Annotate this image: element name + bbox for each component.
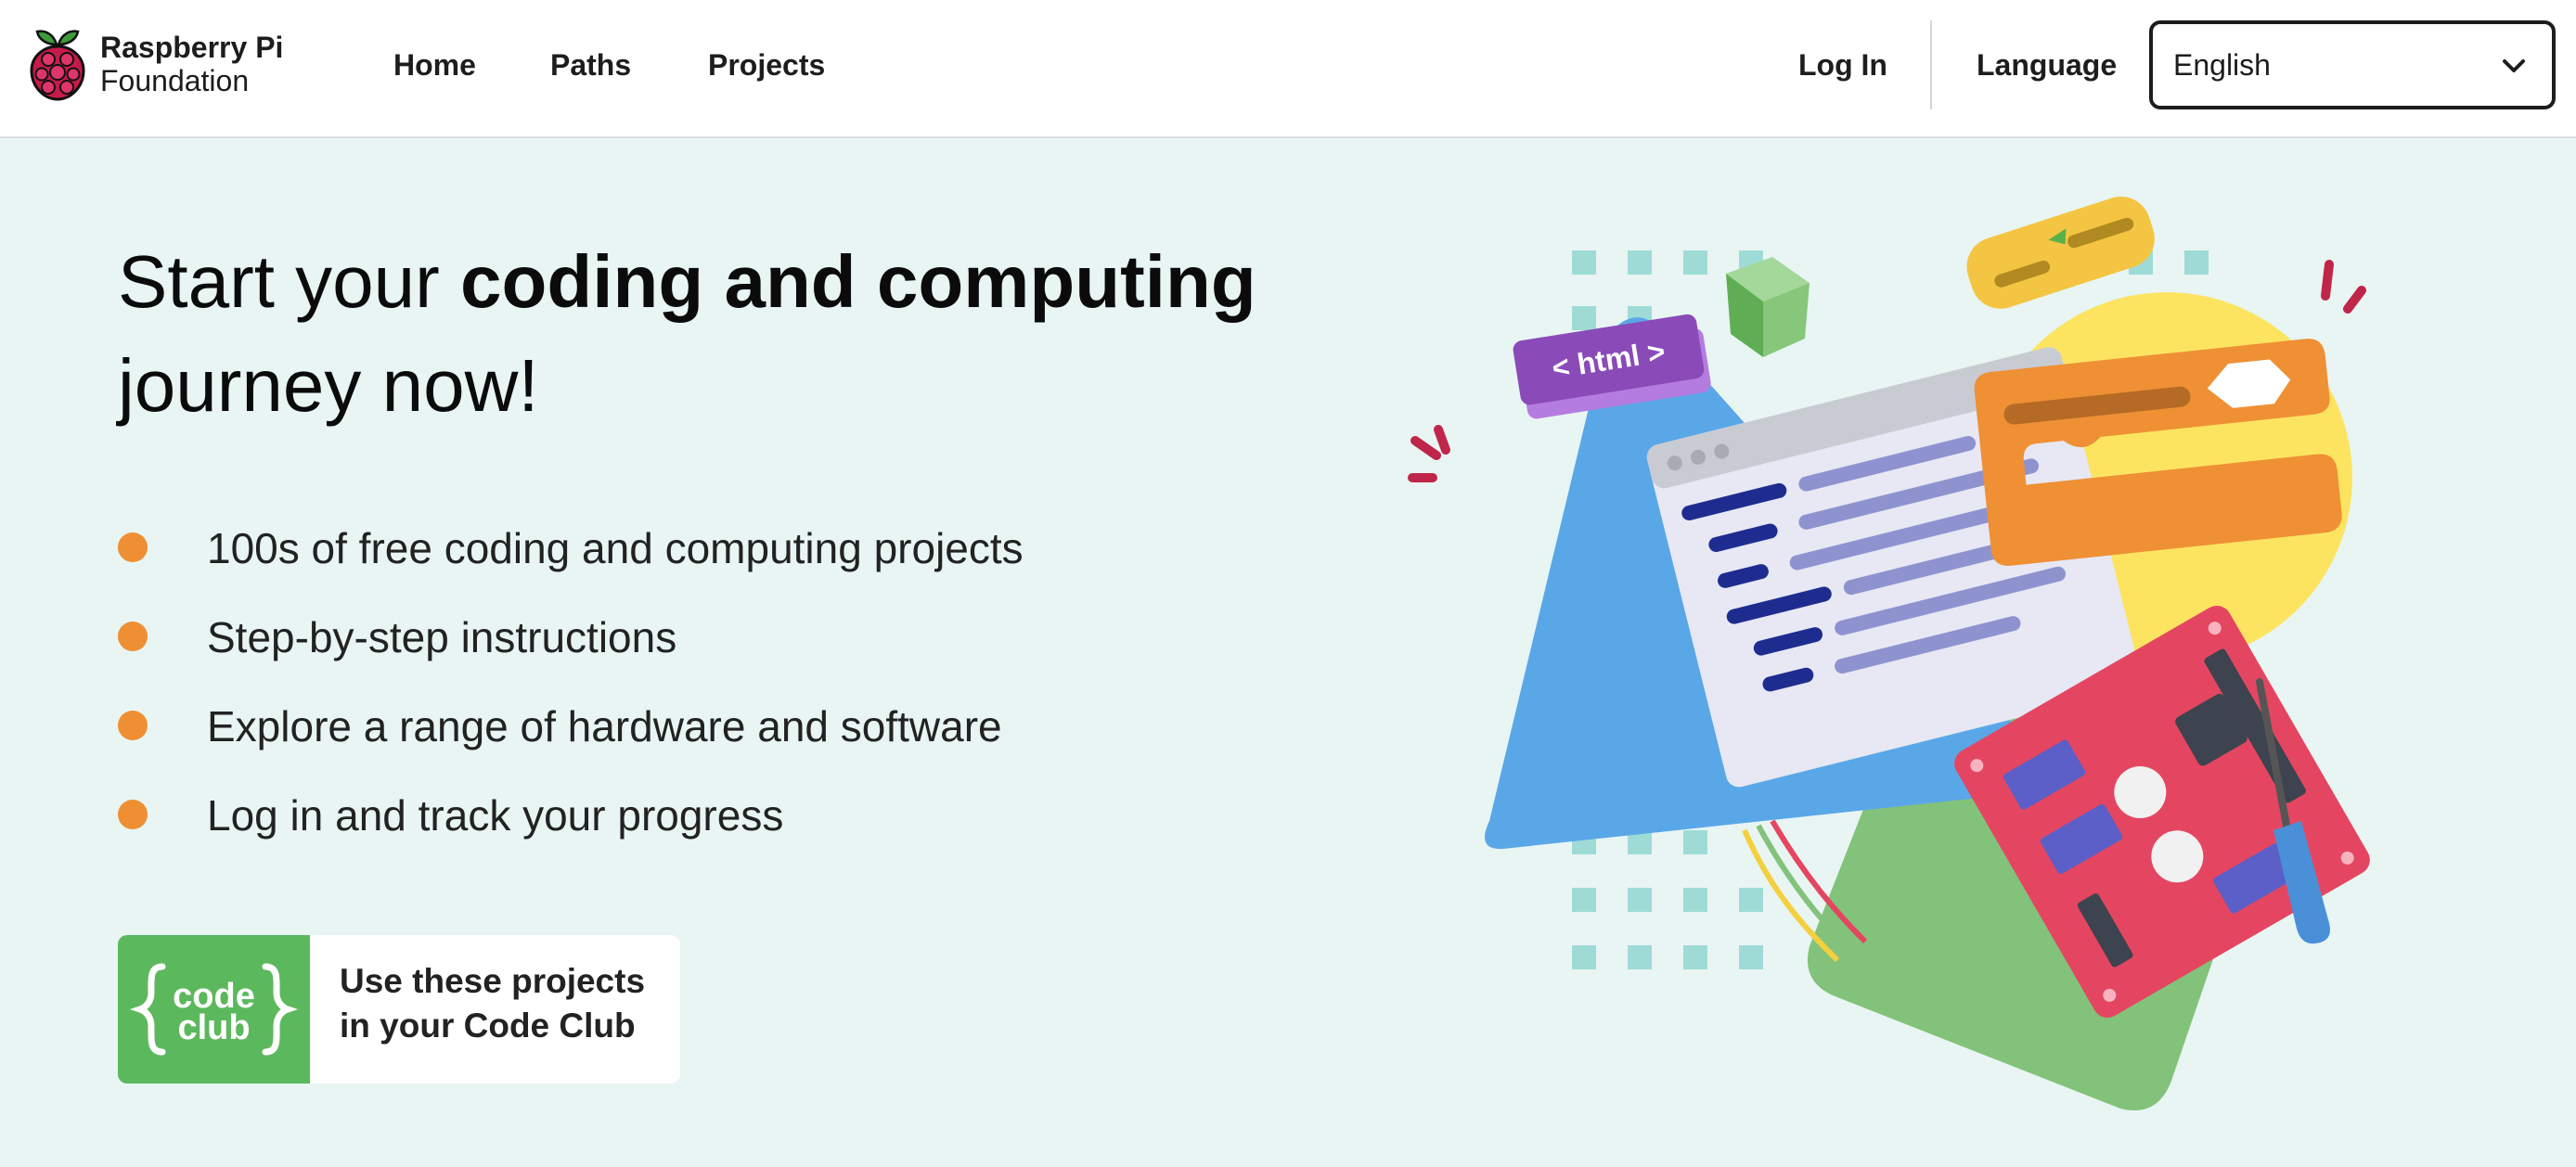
header-divider — [1930, 20, 1932, 109]
code-club-cta[interactable]: code club Use these projects in your Cod… — [118, 935, 680, 1084]
bullet-dot-icon — [118, 800, 148, 829]
brand-logo-link[interactable]: Raspberry Pi Foundation — [28, 26, 283, 102]
nav-paths[interactable]: Paths — [550, 0, 631, 130]
feature-item: Explore a range of hardware and software — [118, 686, 1024, 776]
code-club-logo-graphic: code club — [129, 963, 299, 1056]
feature-text: Explore a range of hardware and software — [207, 702, 1002, 750]
brand-line2: Foundation — [100, 64, 250, 97]
hero-title: Start your coding and computing journey … — [118, 230, 1324, 438]
code-club-logo-line2: club — [177, 1008, 250, 1047]
cta-line1: Use these projects — [340, 962, 646, 1000]
hero-illustration: < html > — [1408, 196, 2370, 1110]
nav-home[interactable]: Home — [393, 0, 476, 130]
feature-text: 100s of free coding and computing projec… — [207, 524, 1024, 572]
feature-list: 100s of free coding and computing projec… — [118, 508, 1024, 865]
feature-text: Log in and track your progress — [207, 791, 784, 840]
feature-item: Step-by-step instructions — [118, 597, 1024, 686]
language-select[interactable]: English — [2149, 20, 2556, 109]
code-club-cta-text: Use these projects in your Code Club — [310, 935, 645, 1084]
feature-item: Log in and track your progress — [118, 776, 1024, 865]
site-header: Raspberry Pi Foundation Home Paths Proje… — [0, 0, 2576, 138]
language-label: Language — [1977, 47, 2118, 82]
nav-projects[interactable]: Projects — [708, 0, 825, 130]
raspberry-pi-logo-icon — [30, 30, 85, 101]
brand-line1: Raspberry Pi — [100, 31, 284, 64]
green-cube-graphic — [1726, 257, 1810, 357]
login-link[interactable]: Log In — [1798, 0, 1887, 130]
language-selected-value: English — [2173, 47, 2271, 82]
bullet-dot-icon — [118, 622, 148, 651]
hero-title-bold: coding and computing — [460, 240, 1256, 323]
chevron-down-icon — [2503, 59, 2525, 72]
brand-name: Raspberry Pi Foundation — [100, 31, 283, 97]
feature-item: 100s of free coding and computing projec… — [118, 508, 1024, 597]
code-club-logo-icon: code club — [118, 935, 310, 1084]
hero-title-post: journey now! — [118, 344, 539, 427]
feature-text: Step-by-step instructions — [207, 613, 677, 661]
bullet-dot-icon — [118, 711, 148, 740]
hero-title-pre: Start your — [118, 240, 461, 323]
bullet-dot-icon — [118, 532, 148, 562]
cta-line2: in your Code Club — [340, 1007, 636, 1045]
